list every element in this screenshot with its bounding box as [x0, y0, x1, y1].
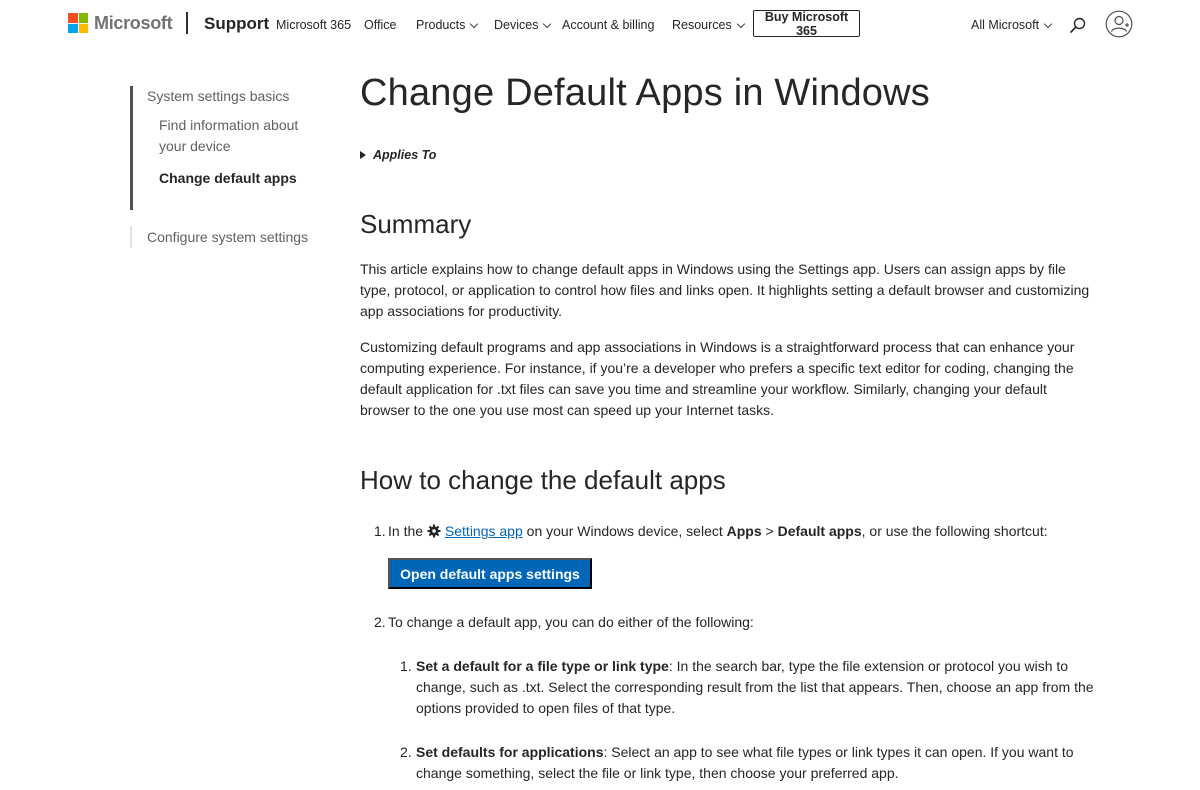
step-1-mid: on your Windows device, select: [526, 523, 723, 539]
nav-devices[interactable]: Devices: [494, 18, 552, 32]
chevron-down-icon: [543, 19, 552, 28]
step-1-apps: Apps: [726, 523, 762, 539]
brand-name: Microsoft: [94, 12, 173, 33]
left-nav-indicator: [130, 86, 133, 210]
sub-step-1-title: Set a default for a file type or link ty…: [416, 658, 669, 674]
left-nav-item-change-default-apps[interactable]: Change default apps: [159, 168, 297, 189]
nav-microsoft-365[interactable]: Microsoft 365: [276, 18, 351, 32]
summary-paragraph-2: Customizing default programs and app ass…: [360, 339, 1075, 418]
left-nav-section-configure-system-settings[interactable]: Configure system settings: [147, 227, 308, 248]
nav-resources[interactable]: Resources: [672, 18, 745, 32]
applies-to-toggle[interactable]: Applies To: [360, 148, 436, 162]
expand-triangle-icon: [360, 151, 366, 159]
nav-label: Microsoft 365: [276, 18, 352, 32]
microsoft-logo[interactable]: Microsoft: [68, 12, 173, 34]
nav-office[interactable]: Office: [364, 18, 396, 32]
nav-label: Resources: [672, 18, 732, 32]
step-1-default-apps: Default apps: [777, 523, 862, 539]
sub-step-1-number: 1.: [400, 658, 412, 674]
step-2-number: 2.: [374, 614, 386, 630]
step-1-separator: >: [765, 523, 774, 539]
nav-label: All Microsoft: [971, 18, 1040, 32]
sub-step-2-number: 2.: [400, 744, 412, 760]
support-link[interactable]: Support: [204, 14, 269, 34]
microsoft-logo-icon: [68, 13, 88, 33]
summary-paragraph-1: This article explains how to change defa…: [360, 261, 1090, 319]
site-header: Microsoft Support Microsoft 365 Office P…: [0, 0, 1200, 50]
step-2-text: To change a default app, you can do eith…: [388, 614, 754, 630]
nav-account-billing[interactable]: Account & billing: [562, 18, 654, 32]
left-nav-indicator-secondary: [130, 226, 132, 248]
step-1-text: In the Settings app on your Windows devi…: [388, 521, 1048, 542]
sub-step-1: 1. Set a default for a file type or link…: [400, 656, 1100, 719]
howto-heading: How to change the default apps: [360, 465, 726, 495]
gear-icon: [427, 524, 441, 538]
all-microsoft-menu[interactable]: All Microsoft: [971, 18, 1053, 32]
nav-label: Account & billing: [562, 18, 655, 32]
summary-heading: Summary: [360, 209, 472, 239]
applies-to-label: Applies To: [373, 148, 437, 162]
nav-products[interactable]: Products: [416, 18, 479, 32]
left-nav-section-system-settings-basics[interactable]: System settings basics: [147, 86, 289, 107]
page-title: Change Default Apps in Windows: [360, 72, 930, 114]
settings-app-link[interactable]: Settings app: [445, 523, 523, 539]
header-divider: [186, 12, 188, 34]
chevron-down-icon: [1043, 19, 1053, 28]
step-1-pre: In the: [388, 523, 424, 539]
buy-microsoft-365-button[interactable]: Buy Microsoft 365: [753, 10, 860, 38]
sub-step-2: 2. Set defaults for applications: Select…: [400, 742, 1100, 784]
chevron-down-icon: [736, 19, 745, 28]
open-default-apps-settings-button[interactable]: Open default apps settings: [388, 558, 592, 589]
account-icon[interactable]: [1105, 10, 1133, 38]
chevron-down-icon: [470, 19, 479, 28]
left-nav-item-find-information[interactable]: Find information about your device: [159, 115, 319, 157]
nav-label: Office: [364, 18, 397, 32]
sub-step-1-body: Set a default for a file type or link ty…: [416, 656, 1096, 719]
search-icon[interactable]: [1069, 16, 1087, 34]
sub-step-2-title: Set defaults for applications: [416, 744, 604, 760]
nav-label: Products: [416, 18, 466, 32]
step-1-post: , or use the following shortcut:: [861, 523, 1048, 539]
step-1-number: 1.: [374, 523, 386, 539]
sub-step-2-body: Set defaults for applications: Select an…: [416, 742, 1096, 784]
nav-label: Devices: [494, 18, 539, 32]
